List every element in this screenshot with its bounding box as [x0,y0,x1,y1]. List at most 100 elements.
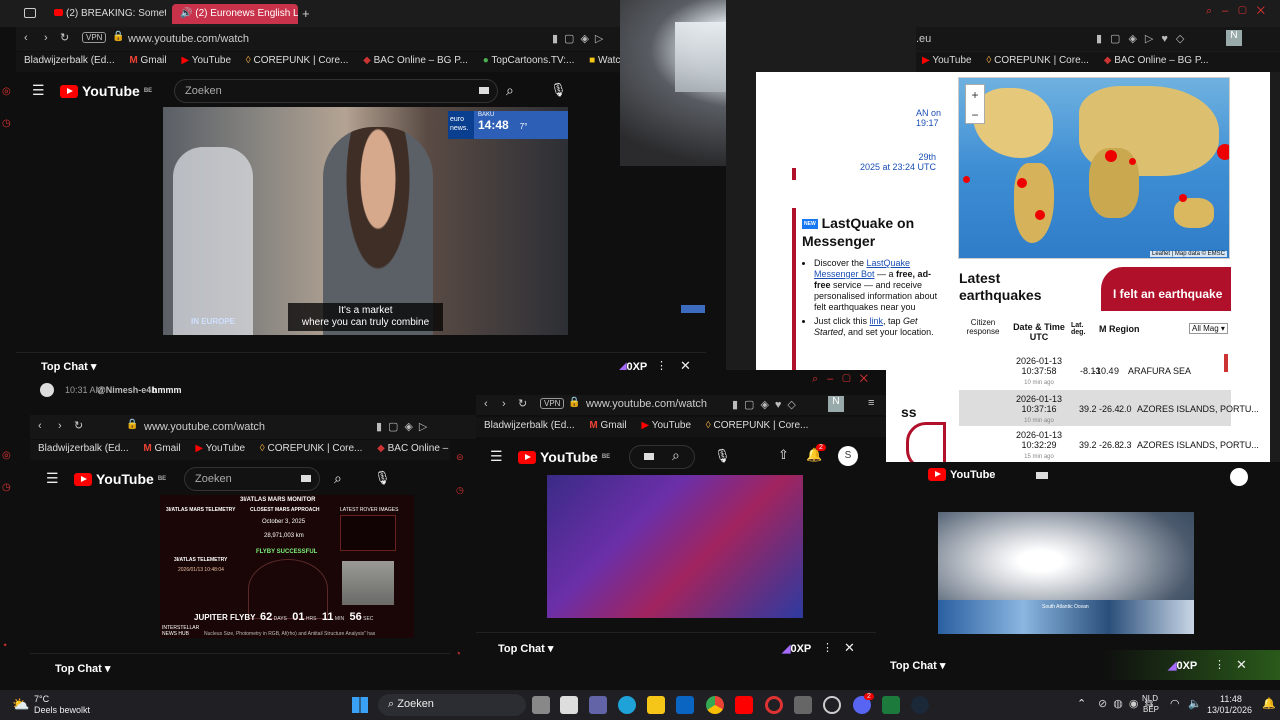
profile-badge[interactable]: N [1226,30,1242,46]
table-row[interactable]: 2026-01-13 10:37:16 10 min ago 39.2 -26.4 … [959,390,1259,426]
bookmark-gmail[interactable]: M Gmail [129,55,166,66]
keyboard-icon[interactable] [301,475,311,482]
teams-icon[interactable] [589,696,607,714]
bookmark-folder[interactable]: Bladwijzerbalk (Ed... [24,55,115,66]
keyboard-icon[interactable] [1036,472,1048,479]
window-controls[interactable]: ⌕‒▢✕ [1206,5,1275,18]
keyboard-icon[interactable] [644,453,654,460]
quake-marker[interactable] [1105,150,1117,162]
youtube-logo[interactable]: YouTube [928,468,995,481]
vpn-badge[interactable]: VPN [540,398,565,409]
video-player[interactable] [547,475,803,618]
more-options-icon[interactable]: ⋮ [1214,658,1225,671]
profile-badge[interactable]: N [828,396,844,412]
link[interactable]: link [870,316,884,326]
table-row[interactable]: 2026-01-13 10:32:29 15 min ago 39.2 -26.8 … [959,426,1259,462]
bookmark-gmail[interactable]: M Gmail [143,443,180,454]
zoom-in-button[interactable]: + [966,85,984,105]
close-chat-icon[interactable]: ✕ [844,640,855,656]
taskbar-search[interactable]: ⌕ Zoeken [378,694,526,716]
back-icon[interactable]: ‹ [24,32,28,44]
forward-icon[interactable]: › [44,32,48,44]
back-icon[interactable]: ‹ [38,420,42,432]
language-code[interactable]: NLD [1142,694,1158,703]
forward-icon[interactable]: › [502,398,506,410]
menu-icon[interactable]: ☰ [490,448,503,465]
opera-icon[interactable] [765,696,783,714]
bookmark-topcartoons[interactable]: ● TopCartoons.TV:... [483,55,575,66]
quake-marker[interactable] [1179,194,1187,202]
clock-date[interactable]: 13/01/2026 [1207,705,1252,715]
reload-icon[interactable]: ↻ [60,31,69,44]
tab-breaking[interactable]: (2) BREAKING: Something [46,4,166,24]
video-player[interactable]: South Atlantic Ocean [938,512,1194,634]
quake-marker[interactable] [963,176,970,183]
url-text[interactable]: www.youtube.com/watch [144,421,265,433]
bookmark-scifi[interactable]: ■ Watch Sci-Fi Cart [589,55,620,66]
search-input[interactable]: Zoeken [174,79,498,103]
vpn-badge[interactable]: VPN [82,32,107,43]
keyboard-icon[interactable] [479,87,489,94]
bookmark-corepunk[interactable]: ◊ COREPUNK | Core... [706,420,809,431]
bookmark-youtube[interactable]: ▶ YouTube [641,420,691,431]
side-icon[interactable]: ◷ [2,482,11,493]
excel-icon[interactable] [882,696,900,714]
toolbar-icons[interactable]: ▮▢◈▷♥◇ [1096,32,1192,45]
quake-marker[interactable] [1017,178,1027,188]
reload-icon[interactable]: ↻ [74,419,83,432]
side-icon[interactable]: ◎ [2,450,11,461]
start-icon[interactable] [352,697,368,713]
avatar[interactable]: S [838,446,858,466]
menu-lines-icon[interactable]: ≡ [868,397,874,409]
bookmark-bac[interactable]: ◆ BAC Online – BG P... [377,443,450,454]
felt-earthquake-button[interactable]: I felt an earthquake [1101,267,1231,311]
store-icon[interactable] [560,696,578,714]
close-chat-icon[interactable]: ✕ [1236,657,1247,673]
menu-icon[interactable]: ☰ [32,82,45,99]
magnitude-filter[interactable]: All Mag ▾ [1189,323,1228,334]
search-icon[interactable]: ⌕ [334,470,342,487]
chrome-icon[interactable] [706,696,724,714]
toolbar-icons[interactable]: ▮▢◈▷ [376,420,433,433]
back-icon[interactable]: ‹ [484,398,488,410]
youtube-logo[interactable]: YouTube BE [60,83,152,99]
calculator-icon[interactable] [794,696,812,714]
youtube-logo[interactable]: YouTube BE [518,449,610,465]
table-scrollbar[interactable] [1224,354,1228,372]
side-icon[interactable]: ⋆ [2,640,8,651]
search-input[interactable]: ⌕ [629,445,695,469]
url-fragment[interactable]: .eu [916,33,931,45]
settings-icon[interactable] [823,696,841,714]
window-controls[interactable]: ⌕‒▢✕ [812,373,877,386]
mic-icon[interactable]: 🎙 [714,448,731,464]
side-icon[interactable]: ◷ [456,485,464,496]
side-icon[interactable]: ⊝ [456,452,464,463]
new-tab-button[interactable]: + [302,6,310,21]
side-icon[interactable]: ◷ [2,118,11,129]
wifi-icon[interactable]: ◠ [1170,697,1180,710]
zoom-out-button[interactable]: − [966,105,984,125]
top-chat-dropdown[interactable]: Top Chat ▾ [41,360,96,373]
bookmark-youtube[interactable]: ▶ YouTube [181,55,231,66]
side-icon[interactable]: ◎ [2,86,11,97]
edge-icon[interactable] [618,696,636,714]
news-link[interactable]: AN on [916,108,941,118]
explorer-icon[interactable] [647,696,665,714]
top-chat-dropdown[interactable]: Top Chat ▾ [498,642,553,655]
bookmark-folder[interactable]: Bladwijzerbalk (Ed... [38,443,129,454]
mic-icon[interactable]: 🎙 [374,470,391,486]
bookmark-youtube[interactable]: ▶ YouTube [195,443,245,454]
youtube-logo[interactable]: YouTube BE [74,471,166,487]
volume-icon[interactable]: 🔈 [1188,697,1202,710]
outlook-icon[interactable] [676,696,694,714]
bookmark-bac[interactable]: ◆ BAC Online – BG P... [1104,55,1209,66]
table-row[interactable]: 2026-01-13 10:37:58 10 min ago -8.13 -10.4… [959,352,1231,388]
bookmark-folder[interactable]: Bladwijzerbalk (Ed... [484,420,575,431]
quake-marker[interactable] [1035,210,1045,220]
window-icon[interactable] [24,8,36,18]
news-link[interactable]: 29th [826,152,936,162]
youtube-icon[interactable] [735,696,753,714]
mic-icon[interactable]: 🎙 [550,82,567,98]
quake-marker[interactable] [1217,144,1229,160]
task-view-icon[interactable] [532,696,550,714]
